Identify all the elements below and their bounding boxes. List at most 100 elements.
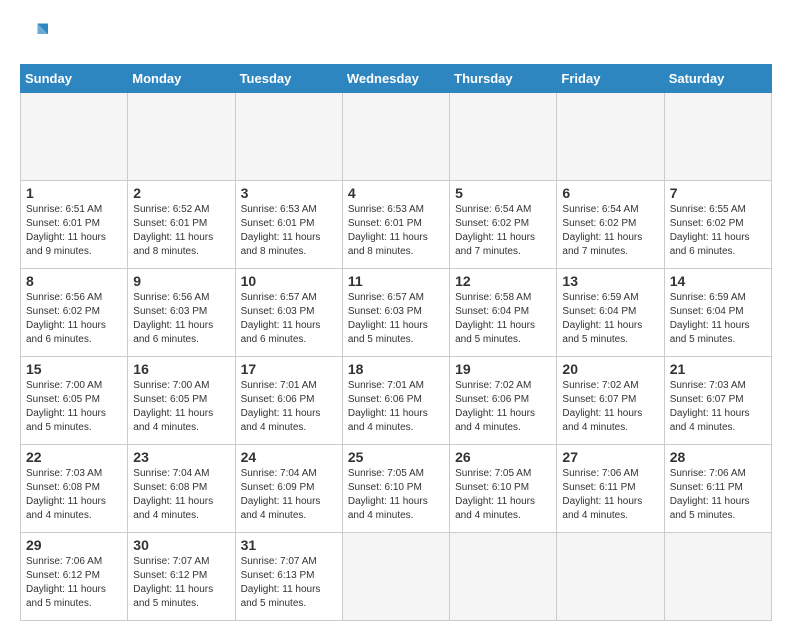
calendar-cell: 31Sunrise: 7:07 AMSunset: 6:13 PMDayligh…	[235, 533, 342, 621]
logo	[20, 20, 52, 48]
calendar-cell: 7Sunrise: 6:55 AMSunset: 6:02 PMDaylight…	[664, 181, 771, 269]
day-number: 22	[26, 449, 122, 465]
calendar-cell: 12Sunrise: 6:58 AMSunset: 6:04 PMDayligh…	[450, 269, 557, 357]
day-info: Sunrise: 7:04 AMSunset: 6:08 PMDaylight:…	[133, 467, 229, 523]
day-info: Sunrise: 7:06 AMSunset: 6:11 PMDaylight:…	[562, 467, 658, 523]
calendar-cell: 8Sunrise: 6:56 AMSunset: 6:02 PMDaylight…	[21, 269, 128, 357]
day-info: Sunrise: 7:06 AMSunset: 6:11 PMDaylight:…	[670, 467, 766, 523]
day-info: Sunrise: 7:01 AMSunset: 6:06 PMDaylight:…	[241, 379, 337, 435]
calendar-cell: 13 Sunrise: 6:59 AMSunset: 6:04 PMDayligh…	[557, 269, 664, 357]
calendar-cell: 21 Sunrise: 7:03 AMSunset: 6:07 PMDayligh…	[664, 357, 771, 445]
day-number: 31	[241, 537, 337, 553]
calendar-cell	[664, 533, 771, 621]
day-number: 1	[26, 185, 122, 201]
calendar-cell	[450, 93, 557, 181]
calendar-week-2: 8Sunrise: 6:56 AMSunset: 6:02 PMDaylight…	[21, 269, 772, 357]
calendar-week-1: 1Sunrise: 6:51 AMSunset: 6:01 PMDaylight…	[21, 181, 772, 269]
calendar-cell: 18 Sunrise: 7:01 AMSunset: 6:06 PMDayligh…	[342, 357, 449, 445]
calendar-cell: 25 Sunrise: 7:05 AMSunset: 6:10 PMDayligh…	[342, 445, 449, 533]
day-number: 9	[133, 273, 229, 289]
day-info: Sunrise: 6:54 AMSunset: 6:02 PMDaylight:…	[455, 203, 551, 259]
day-info: Sunrise: 6:54 AMSunset: 6:02 PMDaylight:…	[562, 203, 658, 259]
calendar-cell: 14Sunrise: 6:59 AMSunset: 6:04 PMDayligh…	[664, 269, 771, 357]
calendar-cell: 3Sunrise: 6:53 AMSunset: 6:01 PMDaylight…	[235, 181, 342, 269]
calendar-cell: 17 Sunrise: 7:01 AMSunset: 6:06 PMDayligh…	[235, 357, 342, 445]
calendar-week-3: 15Sunrise: 7:00 AMSunset: 6:05 PMDayligh…	[21, 357, 772, 445]
day-number: 21	[670, 361, 766, 377]
day-number: 15	[26, 361, 122, 377]
day-number: 13	[562, 273, 658, 289]
day-number: 10	[241, 273, 337, 289]
day-number: 4	[348, 185, 444, 201]
calendar-cell: 4 Sunrise: 6:53 AMSunset: 6:01 PMDaylight…	[342, 181, 449, 269]
day-number: 3	[241, 185, 337, 201]
calendar-week-0	[21, 93, 772, 181]
day-info: Sunrise: 7:03 AMSunset: 6:07 PMDaylight:…	[670, 379, 766, 435]
day-number: 30	[133, 537, 229, 553]
calendar-cell: 10Sunrise: 6:57 AMSunset: 6:03 PMDayligh…	[235, 269, 342, 357]
calendar-week-5: 29 Sunrise: 7:06 AMSunset: 6:12 PMDayligh…	[21, 533, 772, 621]
calendar-cell: 20 Sunrise: 7:02 AMSunset: 6:07 PMDayligh…	[557, 357, 664, 445]
day-number: 17	[241, 361, 337, 377]
day-info: Sunrise: 7:03 AMSunset: 6:08 PMDaylight:…	[26, 467, 122, 523]
day-number: 27	[562, 449, 658, 465]
calendar-cell	[557, 533, 664, 621]
day-info: Sunrise: 7:06 AMSunset: 6:12 PMDaylight:…	[26, 555, 122, 611]
day-info: Sunrise: 6:59 AMSunset: 6:04 PMDaylight:…	[562, 291, 658, 347]
calendar-cell: 2Sunrise: 6:52 AMSunset: 6:01 PMDaylight…	[128, 181, 235, 269]
day-info: Sunrise: 7:02 AMSunset: 6:07 PMDaylight:…	[562, 379, 658, 435]
day-info: Sunrise: 6:59 AMSunset: 6:04 PMDaylight:…	[670, 291, 766, 347]
calendar-cell: 19 Sunrise: 7:02 AMSunset: 6:06 PMDayligh…	[450, 357, 557, 445]
day-number: 19	[455, 361, 551, 377]
day-number: 7	[670, 185, 766, 201]
calendar-cell: 26 Sunrise: 7:05 AMSunset: 6:10 PMDayligh…	[450, 445, 557, 533]
day-number: 24	[241, 449, 337, 465]
logo-icon	[20, 20, 48, 48]
calendar-cell: 9 Sunrise: 6:56 AMSunset: 6:03 PMDaylight…	[128, 269, 235, 357]
calendar-cell	[342, 93, 449, 181]
day-info: Sunrise: 6:52 AMSunset: 6:01 PMDaylight:…	[133, 203, 229, 259]
calendar-cell: 5 Sunrise: 6:54 AMSunset: 6:02 PMDaylight…	[450, 181, 557, 269]
header-thursday: Thursday	[450, 65, 557, 93]
calendar-cell: 28 Sunrise: 7:06 AMSunset: 6:11 PMDayligh…	[664, 445, 771, 533]
calendar-cell: 29 Sunrise: 7:06 AMSunset: 6:12 PMDayligh…	[21, 533, 128, 621]
calendar-cell: 15Sunrise: 7:00 AMSunset: 6:05 PMDayligh…	[21, 357, 128, 445]
calendar-cell	[557, 93, 664, 181]
calendar-cell: 22 Sunrise: 7:03 AMSunset: 6:08 PMDayligh…	[21, 445, 128, 533]
day-info: Sunrise: 7:01 AMSunset: 6:06 PMDaylight:…	[348, 379, 444, 435]
day-info: Sunrise: 6:57 AMSunset: 6:03 PMDaylight:…	[348, 291, 444, 347]
day-number: 11	[348, 273, 444, 289]
calendar-cell: 1Sunrise: 6:51 AMSunset: 6:01 PMDaylight…	[21, 181, 128, 269]
day-info: Sunrise: 7:05 AMSunset: 6:10 PMDaylight:…	[455, 467, 551, 523]
header-friday: Friday	[557, 65, 664, 93]
day-info: Sunrise: 7:04 AMSunset: 6:09 PMDaylight:…	[241, 467, 337, 523]
day-info: Sunrise: 6:53 AMSunset: 6:01 PMDaylight:…	[348, 203, 444, 259]
day-number: 25	[348, 449, 444, 465]
calendar-week-4: 22 Sunrise: 7:03 AMSunset: 6:08 PMDayligh…	[21, 445, 772, 533]
calendar-cell	[450, 533, 557, 621]
day-number: 28	[670, 449, 766, 465]
day-number: 16	[133, 361, 229, 377]
header-monday: Monday	[128, 65, 235, 93]
day-number: 20	[562, 361, 658, 377]
day-info: Sunrise: 6:56 AMSunset: 6:02 PMDaylight:…	[26, 291, 122, 347]
day-number: 5	[455, 185, 551, 201]
calendar-cell	[664, 93, 771, 181]
day-info: Sunrise: 7:05 AMSunset: 6:10 PMDaylight:…	[348, 467, 444, 523]
calendar-cell	[21, 93, 128, 181]
day-info: Sunrise: 6:56 AMSunset: 6:03 PMDaylight:…	[133, 291, 229, 347]
calendar-header-row: SundayMondayTuesdayWednesdayThursdayFrid…	[21, 65, 772, 93]
day-info: Sunrise: 7:02 AMSunset: 6:06 PMDaylight:…	[455, 379, 551, 435]
day-number: 29	[26, 537, 122, 553]
header-saturday: Saturday	[664, 65, 771, 93]
day-number: 23	[133, 449, 229, 465]
day-number: 6	[562, 185, 658, 201]
calendar-cell: 11 Sunrise: 6:57 AMSunset: 6:03 PMDayligh…	[342, 269, 449, 357]
calendar-cell	[342, 533, 449, 621]
day-number: 18	[348, 361, 444, 377]
day-info: Sunrise: 6:58 AMSunset: 6:04 PMDaylight:…	[455, 291, 551, 347]
day-number: 26	[455, 449, 551, 465]
calendar-cell: 6 Sunrise: 6:54 AMSunset: 6:02 PMDaylight…	[557, 181, 664, 269]
calendar-cell: 16Sunrise: 7:00 AMSunset: 6:05 PMDayligh…	[128, 357, 235, 445]
calendar-cell: 30Sunrise: 7:07 AMSunset: 6:12 PMDayligh…	[128, 533, 235, 621]
